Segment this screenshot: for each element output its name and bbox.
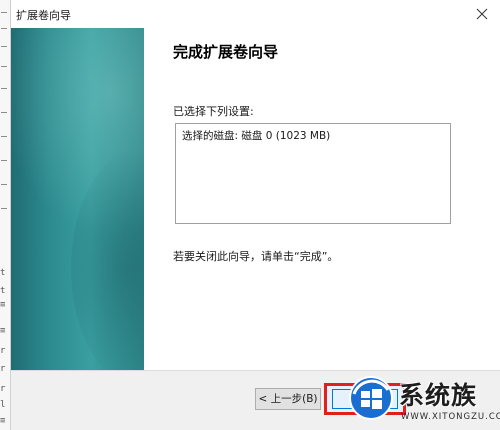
finish-button[interactable]: 完成	[332, 389, 398, 409]
strip-glyph: t	[0, 268, 6, 278]
strip-line	[1, 112, 7, 113]
strip-line	[1, 66, 7, 67]
strip-line	[1, 208, 7, 209]
strip-line	[1, 28, 7, 29]
settings-summary-box[interactable]: 选择的磁盘: 磁盘 0 (1023 MB)	[175, 123, 451, 224]
wizard-content: 完成扩展卷向导 已选择下列设置: 选择的磁盘: 磁盘 0 (1023 MB) 若…	[145, 28, 500, 370]
back-button[interactable]: < 上一步(B)	[255, 388, 321, 410]
strip-glyph: t	[0, 286, 6, 296]
window-title: 扩展卷向导	[16, 9, 71, 22]
strip-line	[1, 12, 7, 13]
close-icon	[476, 8, 488, 20]
settings-line: 选择的磁盘: 磁盘 0 (1023 MB)	[182, 130, 331, 142]
strip-glyph: l	[0, 400, 6, 410]
strip-line	[1, 184, 7, 185]
button-bar: < 上一步(B) 完成	[11, 370, 500, 430]
strip-line	[1, 46, 7, 47]
title-bar[interactable]: 扩展卷向导	[11, 0, 500, 28]
strip-line	[1, 160, 7, 161]
extend-volume-wizard-dialog: 扩展卷向导 完成扩展卷向导 已选择下列设置: 选择的磁盘: 磁盘 0 (1023…	[10, 0, 500, 430]
finish-button-highlight[interactable]: 完成	[324, 383, 406, 415]
finish-instruction: 若要关闭此向导，请单击“完成”。	[173, 250, 339, 263]
selected-settings-label: 已选择下列设置:	[173, 105, 254, 118]
strip-glyph: ≡	[0, 300, 6, 310]
strip-glyph: ≡	[0, 326, 6, 336]
strip-glyph: r	[0, 364, 6, 374]
strip-line	[1, 88, 7, 89]
strip-glyph: r	[0, 384, 6, 394]
wizard-banner	[11, 28, 144, 370]
strip-line	[1, 136, 7, 137]
strip-glyph: r	[0, 346, 6, 356]
page-title: 完成扩展卷向导	[173, 43, 279, 61]
strip-glyph: ≡	[0, 416, 6, 426]
screenshot: t t ≡ ≡ r r r l ≡ 扩展卷向导 完成扩展卷向导 已选择下列设置:	[0, 0, 500, 430]
close-button[interactable]	[469, 3, 495, 25]
